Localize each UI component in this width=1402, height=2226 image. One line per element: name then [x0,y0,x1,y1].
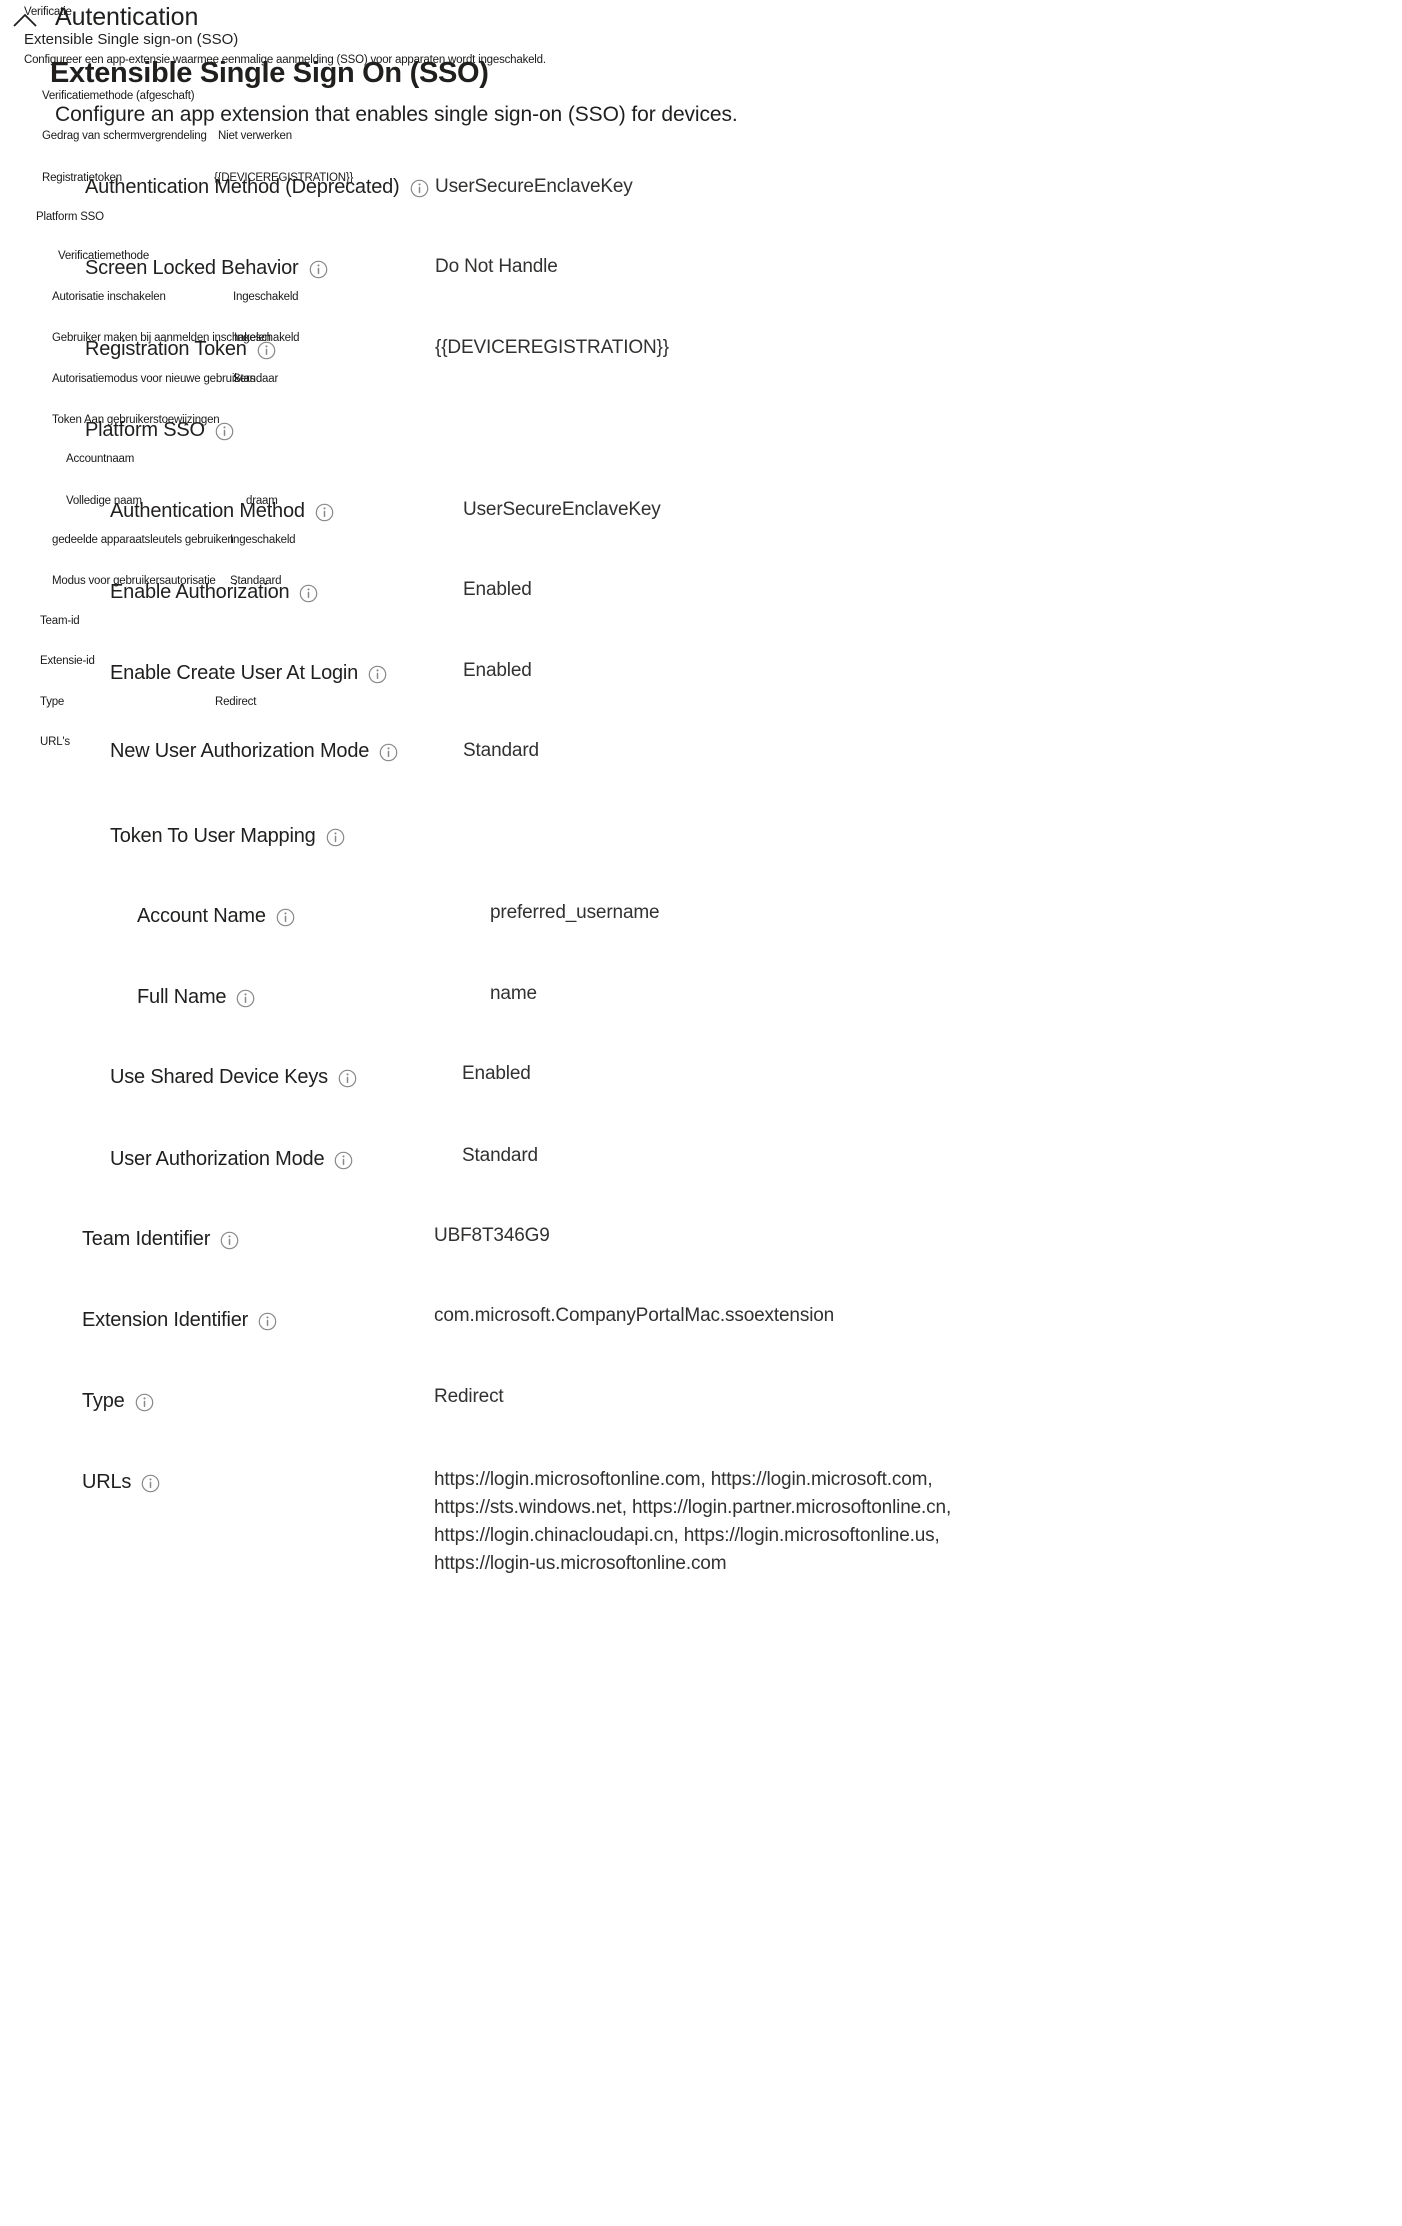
setting-row[interactable]: Screen Locked Behavior [85,257,328,280]
setting-value: {{DEVICEREGISTRATION}} [435,337,669,358]
setting-row[interactable]: Full Name [137,986,255,1009]
setting-value: Standard [462,1145,538,1166]
setting-value: Enabled [463,660,532,681]
page-title: Autentication [55,3,199,31]
setting-row[interactable]: Use Shared Device Keys [110,1066,357,1089]
info-circle-icon[interactable] [334,1151,353,1170]
info-circle-icon[interactable] [258,1312,277,1331]
setting-row[interactable]: URLs [82,1471,160,1494]
setting-label: Team Identifier [82,1228,211,1250]
info-circle-icon[interactable] [236,989,255,1008]
setting-value: Redirect [434,1386,504,1407]
info-circle-icon[interactable] [276,908,295,927]
setting-label: Use Shared Device Keys [110,1066,328,1088]
info-circle-icon[interactable] [410,179,429,198]
info-circle-icon[interactable] [368,665,387,684]
setting-label: New User Authorization Mode [110,740,370,762]
info-circle-icon[interactable] [141,1474,160,1493]
setting-label: Registration Token [85,338,247,360]
setting-value: com.microsoft.CompanyPortalMac.ssoextens… [434,1305,835,1326]
setting-value: https://login.microsoftonline.com, https… [434,1469,952,1574]
setting-row[interactable]: Authentication Method [110,500,334,523]
setting-value: UserSecureEnclaveKey [463,499,661,520]
setting-value: Enabled [463,579,532,600]
setting-label: Account Name [137,905,266,927]
setting-value: name [490,983,537,1004]
info-circle-icon[interactable] [215,422,234,441]
setting-row[interactable]: Platform SSO [85,419,234,442]
setting-label: Authentication Method (Deprecated) [85,176,400,198]
setting-value: UBF8T346G9 [434,1225,550,1246]
setting-value: Do Not Handle [435,256,558,277]
info-circle-icon[interactable] [299,584,318,603]
section-subheading: Configure an app extension that enables … [55,103,738,126]
setting-label: Enable Create User At Login [110,662,359,684]
setting-value: Standard [463,740,539,761]
setting-label: URLs [82,1471,132,1493]
setting-label: Type [82,1390,125,1412]
setting-row[interactable]: Team Identifier [82,1228,239,1251]
info-circle-icon[interactable] [379,743,398,762]
setting-row[interactable]: Enable Authorization [110,581,318,604]
setting-row[interactable]: Token To User Mapping [110,825,345,848]
section-heading: Extensible Single Sign On (SSO) [50,57,489,89]
setting-row[interactable]: User Authorization Mode [110,1148,353,1171]
setting-label: Screen Locked Behavior [85,257,299,279]
setting-label: Full Name [137,986,227,1008]
info-circle-icon[interactable] [309,260,328,279]
setting-label: Token To User Mapping [110,825,316,847]
setting-label: Enable Authorization [110,581,290,603]
setting-row[interactable]: Extension Identifier [82,1309,277,1332]
info-circle-icon[interactable] [135,1393,154,1412]
setting-row[interactable]: Type [82,1390,154,1413]
breadcrumb: Extensible Single sign-on (SSO) [24,31,239,48]
setting-row[interactable]: Authentication Method (Deprecated) [85,176,429,199]
info-circle-icon[interactable] [220,1231,239,1250]
setting-label: Extension Identifier [82,1309,249,1331]
setting-label: Authentication Method [110,500,305,522]
setting-label: User Authorization Mode [110,1148,325,1170]
info-circle-icon[interactable] [338,1069,357,1088]
settings-content-layer: Autentication Extensible Single sign-on … [0,0,1402,2226]
setting-value: preferred_username [490,902,660,923]
info-circle-icon[interactable] [257,341,276,360]
setting-label: Platform SSO [85,419,205,441]
info-circle-icon[interactable] [315,503,334,522]
setting-row[interactable]: Registration Token [85,338,276,361]
setting-row[interactable]: New User Authorization Mode [110,740,398,763]
setting-value: Enabled [462,1063,531,1084]
setting-value: UserSecureEnclaveKey [435,176,633,197]
chevron-up-icon[interactable] [12,10,38,30]
setting-row[interactable]: Account Name [137,905,295,928]
setting-row[interactable]: Enable Create User At Login [110,662,387,685]
info-circle-icon[interactable] [326,828,345,847]
